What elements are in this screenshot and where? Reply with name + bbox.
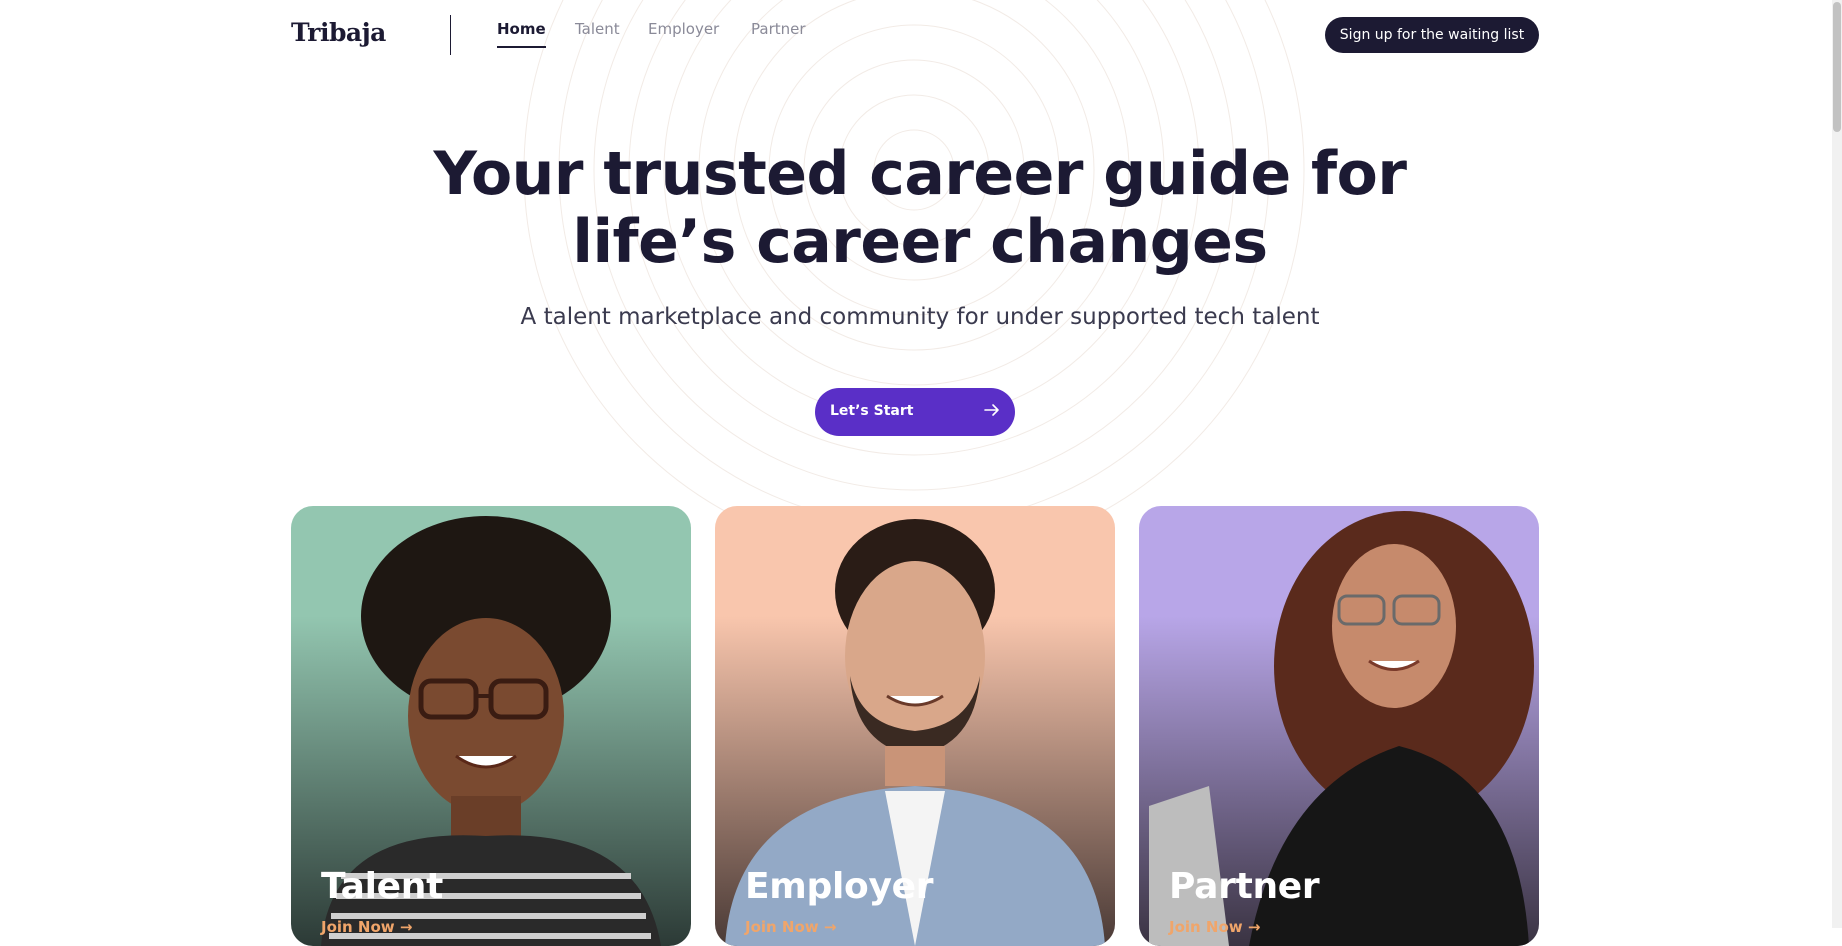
card-title-partner: Partner xyxy=(1169,866,1320,907)
card-partner[interactable]: Partner Join Now → xyxy=(1139,506,1539,946)
card-join-link-employer[interactable]: Join Now → xyxy=(745,918,836,936)
site-header: Tribaja Home Talent Employer Partner Sig… xyxy=(291,0,1539,70)
card-employer[interactable]: Employer Join Now → xyxy=(715,506,1115,946)
signup-waitlist-button[interactable]: Sign up for the waiting list xyxy=(1325,17,1539,53)
card-title-talent: Talent xyxy=(321,866,444,907)
nav-item-partner[interactable]: Partner xyxy=(751,20,806,38)
logo[interactable]: Tribaja xyxy=(291,18,386,47)
hero-title: Your trusted career guide for life’s car… xyxy=(433,139,1407,277)
card-title-employer: Employer xyxy=(745,866,934,907)
nav-item-employer[interactable]: Employer xyxy=(648,20,719,38)
page-scrollbar[interactable] xyxy=(1832,0,1842,928)
card-join-link-partner[interactable]: Join Now → xyxy=(1169,918,1260,936)
header-divider xyxy=(450,15,451,55)
hero-subtitle: A talent marketplace and community for u… xyxy=(520,304,1320,330)
arrow-right-icon xyxy=(984,404,999,416)
nav-item-home[interactable]: Home xyxy=(497,20,546,48)
nav-item-talent[interactable]: Talent xyxy=(575,20,620,38)
card-join-link-talent[interactable]: Join Now → xyxy=(321,918,412,936)
lets-start-button[interactable]: Let’s Start xyxy=(815,388,1015,436)
card-talent[interactable]: Talent Join Now → xyxy=(291,506,691,946)
scrollbar-thumb[interactable] xyxy=(1833,2,1841,132)
lets-start-label: Let’s Start xyxy=(830,403,914,419)
